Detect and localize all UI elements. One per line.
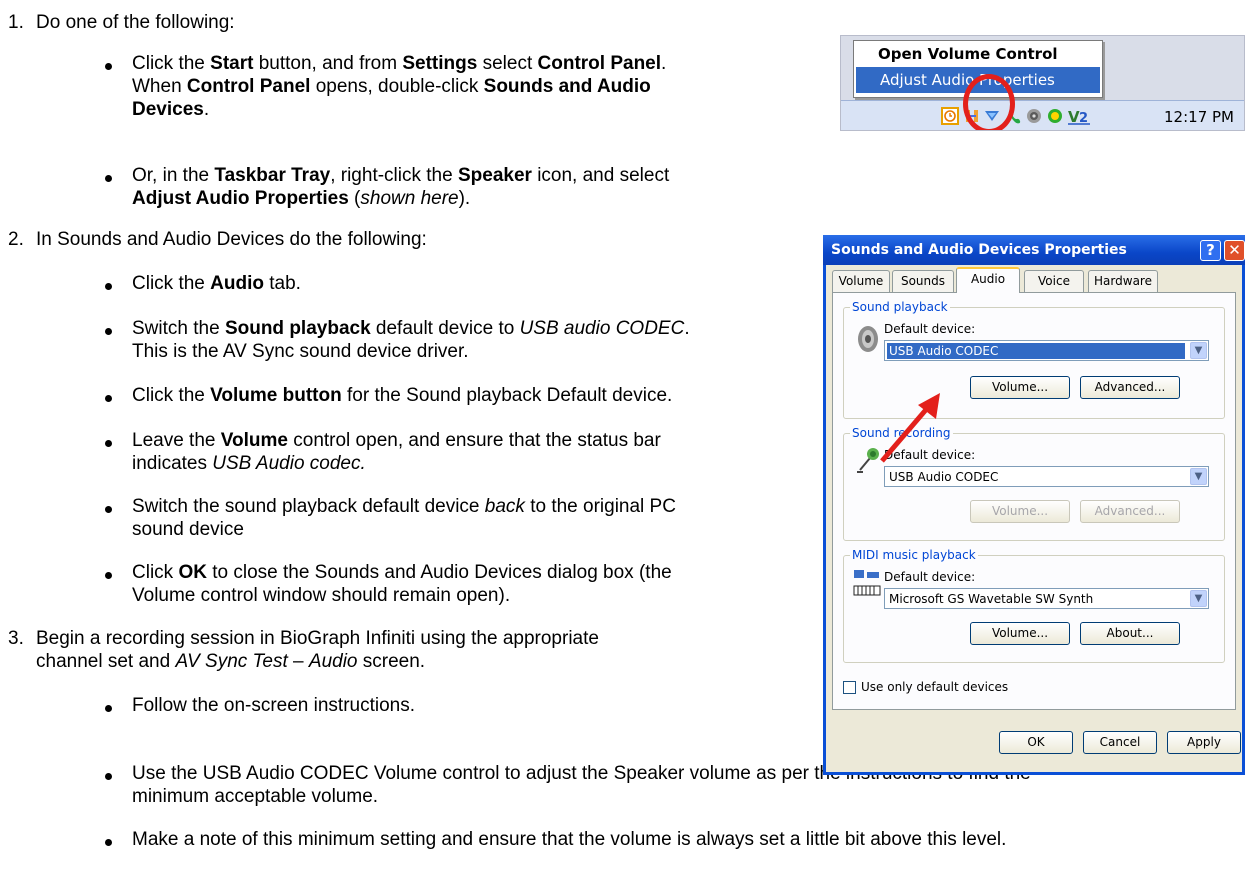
bullet-text: Leave the Volume control open, and ensur… [132,430,661,474]
italic-text: USB Audio codec. [212,453,366,474]
menu-item-open-volume-control[interactable]: Open Volume Control [854,41,1102,67]
bold-text: Audio [210,273,264,294]
bold-text: Taskbar Tray [214,165,331,186]
bullet-icon [104,327,116,339]
bullet-text: Click the Volume button for the Sound pl… [132,385,673,406]
default-device-label: Default device: [884,570,976,584]
speaker-icon [858,326,878,352]
bullet-icon [104,439,116,451]
svg-text:2: 2 [1079,111,1088,125]
bold-text: Adjust Audio Properties [132,188,349,209]
playback-volume-button[interactable]: Volume... [970,376,1070,399]
step-number: 1. [8,12,24,33]
bullet-text: Switch the Sound playback default device… [132,318,690,362]
chevron-down-icon[interactable]: ▼ [1190,468,1207,485]
italic-text: Audio [308,651,358,672]
step-text: In Sounds and Audio Devices do the follo… [36,229,427,250]
playback-advanced-button[interactable]: Advanced... [1080,376,1180,399]
dialog-title: Sounds and Audio Devices Properties [831,242,1127,258]
ok-button[interactable]: OK [999,731,1073,754]
tab-sounds[interactable]: Sounds [892,270,954,292]
bullet-icon [104,394,116,406]
apply-button[interactable]: Apply [1167,731,1241,754]
midi-device-select[interactable]: Microsoft GS Wavetable SW Synth ▼ [884,588,1209,609]
midi-volume-button[interactable]: Volume... [970,622,1070,645]
speaker-icon[interactable] [1025,107,1043,125]
bullet-icon [104,62,116,74]
bold-text: Volume button [210,385,342,406]
bullet-text: Make a note of this minimum setting and … [132,829,1007,850]
tab-volume[interactable]: Volume [832,270,890,292]
use-default-devices-checkbox[interactable] [843,681,856,694]
tab-voice[interactable]: Voice [1024,270,1084,292]
highlight-circle [963,74,1015,130]
bold-text: Sound playback [224,318,371,339]
bullet-icon [104,838,116,850]
step-number: 3. [8,628,24,649]
bold-text: OK [178,562,207,583]
taskbar-tray-figure: Open Volume Control Adjust Audio Propert… [840,35,1245,131]
sounds-audio-dialog: Sounds and Audio Devices Properties ? ✕ … [823,235,1245,775]
bullet-text: Or, in the Taskbar Tray, right-click the… [132,165,670,209]
use-default-devices-label: Use only default devices [861,680,1009,694]
italic-text: shown here [360,188,459,209]
chevron-down-icon[interactable]: ▼ [1190,590,1207,607]
step-text: Begin a recording session in BioGraph In… [36,628,599,672]
bold-text: Control Panel [537,53,662,74]
bold-text: Devices [132,99,204,120]
bold-text: Control Panel [186,76,311,97]
step-number: 2. [8,229,24,250]
step-text: Do one of the following: [36,12,235,33]
bullet-icon [104,772,116,784]
bold-text: Sounds and Audio [483,76,651,97]
bullet-icon [104,282,116,294]
bullet-icon [104,704,116,716]
tab-hardware[interactable]: Hardware [1088,270,1158,292]
recording-advanced-button[interactable]: Advanced... [1080,500,1180,523]
midi-keyboard-icon [853,570,881,596]
bold-text: Start [210,53,254,74]
default-device-label: Default device: [884,322,976,336]
clock-icon[interactable] [941,107,959,125]
bullet-text: Click the Audio tab. [132,273,301,294]
bold-text: Settings [402,53,478,74]
red-arrow-icon [880,393,940,463]
close-button[interactable]: ✕ [1224,240,1245,261]
bullet-icon [104,505,116,517]
v2-icon[interactable]: V2 [1067,107,1091,125]
selected-device: Microsoft GS Wavetable SW Synth [889,592,1094,606]
selected-device: USB Audio CODEC [889,470,999,484]
status-icon[interactable] [1046,107,1064,125]
audio-tab-panel: Sound playback Default device: USB Audio… [832,292,1236,710]
bullet-icon [104,174,116,186]
playback-device-select[interactable]: USB Audio CODEC ▼ [884,340,1209,361]
italic-text: USB audio CODEC [519,318,685,339]
dialog-title-bar[interactable]: Sounds and Audio Devices Properties ? ✕ [823,235,1245,265]
bullet-text: Switch the sound playback default device… [132,496,676,540]
bullet-icon [104,571,116,583]
bold-text: Speaker [457,165,532,186]
tab-audio[interactable]: Audio [956,267,1020,293]
group-label: MIDI music playback [850,548,978,562]
bullet-text: Follow the on-screen instructions. [132,695,416,716]
recording-volume-button[interactable]: Volume... [970,500,1070,523]
selected-device: USB Audio CODEC [887,343,1185,359]
recording-device-select[interactable]: USB Audio CODEC ▼ [884,466,1209,487]
italic-text: AV Sync Test [175,651,288,672]
tray-clock[interactable]: 12:17 PM [1164,106,1234,129]
midi-playback-group: MIDI music playback Default device: Micr… [843,548,1225,663]
bullet-text: Click OK to close the Sounds and Audio D… [132,562,672,606]
group-label: Sound playback [850,300,950,314]
bullet-text: Click the Start button, and from Setting… [132,53,667,120]
help-button[interactable]: ? [1200,240,1221,261]
taskbar-tray: V2 12:17 PM [841,100,1244,130]
cancel-button[interactable]: Cancel [1083,731,1157,754]
bold-text: Volume [220,430,288,451]
italic-text: back [484,496,525,517]
midi-about-button[interactable]: About... [1080,622,1180,645]
chevron-down-icon[interactable]: ▼ [1190,342,1207,359]
